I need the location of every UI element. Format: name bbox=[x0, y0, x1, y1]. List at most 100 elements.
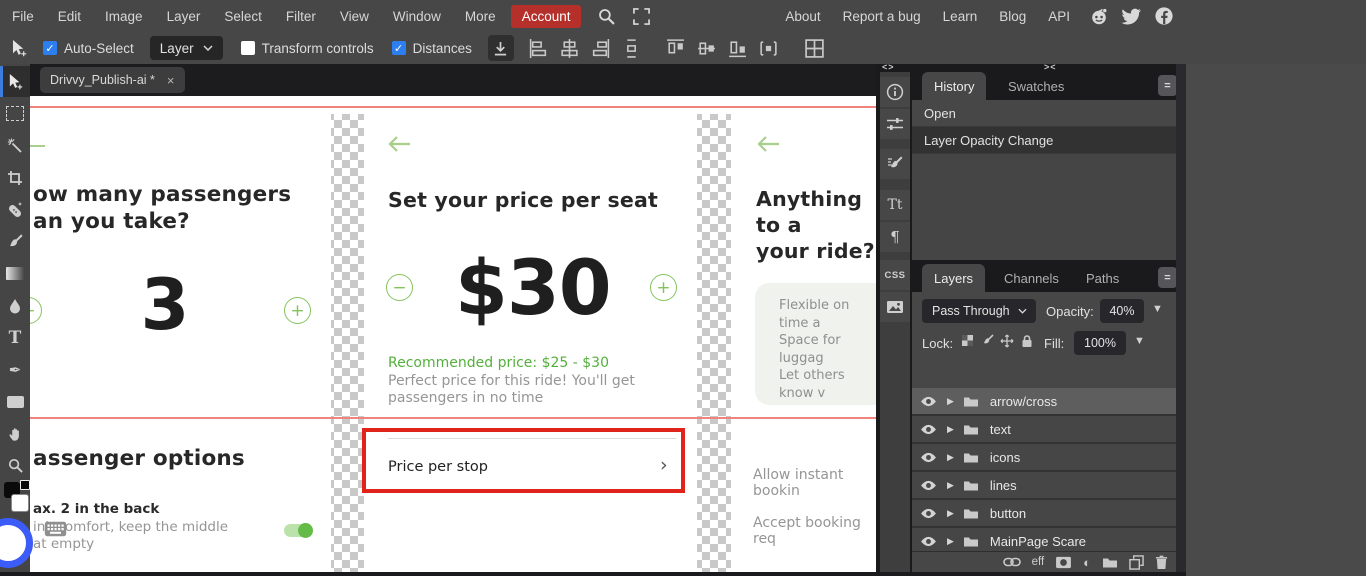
tab-paths[interactable]: Paths bbox=[1074, 264, 1131, 292]
tab-channels[interactable]: Channels bbox=[992, 264, 1071, 292]
layer-row-lines[interactable]: ▶ lines bbox=[912, 472, 1176, 500]
paragraph-panel-icon[interactable]: ¶ bbox=[880, 222, 910, 252]
fill-field[interactable]: 100% bbox=[1074, 331, 1126, 355]
auto-select-checkbox[interactable]: ✓ bbox=[43, 41, 57, 55]
menu-layer[interactable]: Layer bbox=[155, 9, 213, 24]
search-icon[interactable] bbox=[589, 8, 624, 25]
menu-about[interactable]: About bbox=[774, 9, 831, 24]
menu-select[interactable]: Select bbox=[212, 9, 274, 24]
adjustment-layer-icon[interactable]: ◐ bbox=[1083, 556, 1091, 569]
collapse-handle-left[interactable]: <> bbox=[882, 62, 895, 72]
eye-icon[interactable] bbox=[920, 452, 937, 463]
adjustments-sliders-icon[interactable] bbox=[880, 109, 910, 139]
blend-mode-select[interactable]: Pass Through bbox=[922, 299, 1036, 323]
marquee-select-tool[interactable] bbox=[0, 98, 30, 129]
magic-wand-tool[interactable] bbox=[0, 130, 30, 161]
layer-mask-icon[interactable] bbox=[1055, 556, 1072, 569]
new-layer-icon[interactable] bbox=[1129, 555, 1144, 570]
link-layers-icon[interactable] bbox=[1003, 557, 1021, 567]
document-tab[interactable]: Drivvy_Publish-ai * × bbox=[40, 67, 185, 93]
align-top-button[interactable] bbox=[663, 35, 689, 61]
eye-icon[interactable] bbox=[920, 424, 937, 435]
delete-layer-trash-icon[interactable] bbox=[1155, 555, 1168, 570]
move-tool[interactable] bbox=[0, 66, 30, 97]
expand-arrow-icon[interactable]: ▶ bbox=[947, 480, 954, 491]
zoom-tool[interactable] bbox=[0, 450, 30, 481]
expand-arrow-icon[interactable]: ▶ bbox=[947, 424, 954, 435]
tab-layers[interactable]: Layers bbox=[922, 264, 985, 292]
distances-checkbox[interactable]: ✓ bbox=[392, 41, 406, 55]
menu-filter[interactable]: Filter bbox=[274, 9, 328, 24]
tab-swatches[interactable]: Swatches bbox=[996, 72, 1076, 100]
swap-colors-icon[interactable] bbox=[20, 480, 30, 490]
history-entry-selected[interactable]: Layer Opacity Change bbox=[912, 127, 1176, 154]
background-color[interactable] bbox=[11, 494, 29, 512]
blur-tool[interactable] bbox=[0, 290, 30, 321]
shape-tool[interactable] bbox=[0, 386, 30, 417]
menu-window[interactable]: Window bbox=[381, 9, 453, 24]
brush-settings-icon[interactable] bbox=[880, 149, 910, 179]
layer-effects-button[interactable]: eff bbox=[1032, 556, 1045, 568]
fullscreen-icon[interactable] bbox=[624, 8, 659, 25]
facebook-icon[interactable] bbox=[1154, 6, 1174, 26]
eye-icon[interactable] bbox=[920, 536, 937, 547]
menu-image[interactable]: Image bbox=[93, 9, 155, 24]
export-download-button[interactable] bbox=[488, 35, 514, 61]
layer-row-icons[interactable]: ▶ icons bbox=[912, 444, 1176, 472]
expand-arrow-icon[interactable]: ▶ bbox=[947, 508, 954, 519]
eye-icon[interactable] bbox=[920, 480, 937, 491]
align-middle-button[interactable] bbox=[694, 35, 720, 61]
character-panel-icon[interactable]: Tt bbox=[880, 190, 910, 220]
expand-arrow-icon[interactable]: ▶ bbox=[947, 452, 954, 463]
menu-edit[interactable]: Edit bbox=[46, 9, 93, 24]
expand-arrow-icon[interactable]: ▶ bbox=[947, 536, 954, 547]
menu-api[interactable]: API bbox=[1037, 9, 1081, 24]
align-right-button[interactable] bbox=[588, 35, 614, 61]
css-panel-icon[interactable]: CSS bbox=[880, 260, 910, 290]
menu-report-bug[interactable]: Report a bug bbox=[832, 9, 932, 24]
twitter-icon[interactable] bbox=[1121, 8, 1142, 25]
layer-row-arrow-cross[interactable]: ▶ arrow/cross bbox=[912, 388, 1176, 416]
history-entry-open[interactable]: Open bbox=[912, 100, 1176, 127]
layer-row-text[interactable]: ▶ text bbox=[912, 416, 1176, 444]
lock-pixels-icon[interactable] bbox=[978, 334, 996, 347]
panel-scrollbar-gutter[interactable] bbox=[1176, 64, 1186, 576]
hand-tool[interactable] bbox=[0, 418, 30, 449]
keyboard-icon[interactable] bbox=[44, 521, 67, 537]
menu-more[interactable]: More bbox=[453, 9, 508, 24]
color-swatches[interactable] bbox=[0, 480, 30, 520]
layer-mode-select[interactable]: Layer bbox=[150, 36, 223, 60]
menu-file[interactable]: File bbox=[0, 9, 46, 24]
distribute-vertical-button[interactable] bbox=[619, 35, 645, 61]
opacity-field[interactable]: 40% bbox=[1100, 299, 1144, 323]
distribute-horizontal-button[interactable] bbox=[756, 35, 782, 61]
layers-panel-menu-button[interactable]: = bbox=[1158, 267, 1177, 288]
menu-learn[interactable]: Learn bbox=[932, 9, 989, 24]
gradient-tool[interactable] bbox=[0, 258, 30, 289]
healing-brush-tool[interactable] bbox=[0, 194, 30, 225]
image-panel-icon[interactable] bbox=[880, 292, 910, 322]
grid-collage-button[interactable] bbox=[802, 35, 828, 61]
account-button[interactable]: Account bbox=[511, 5, 582, 28]
opacity-dropdown-arrow[interactable]: ▼ bbox=[1152, 303, 1163, 315]
new-group-folder-icon[interactable] bbox=[1102, 556, 1118, 568]
document-canvas[interactable]: ow many passengers an you take? 3 − + as… bbox=[30, 96, 876, 576]
close-icon[interactable]: × bbox=[167, 73, 175, 88]
type-tool[interactable]: T bbox=[0, 322, 30, 353]
history-panel-menu-button[interactable]: = bbox=[1158, 75, 1177, 96]
crop-tool[interactable] bbox=[0, 162, 30, 193]
eye-icon[interactable] bbox=[920, 396, 937, 407]
layer-row-button[interactable]: ▶ button bbox=[912, 500, 1176, 528]
menu-view[interactable]: View bbox=[328, 9, 381, 24]
expand-arrow-icon[interactable]: ▶ bbox=[947, 396, 954, 407]
lock-all-icon[interactable] bbox=[1018, 334, 1036, 348]
reddit-icon[interactable] bbox=[1089, 6, 1109, 26]
brush-tool[interactable] bbox=[0, 226, 30, 257]
align-center-horizontal-button[interactable] bbox=[557, 35, 583, 61]
transform-controls-checkbox[interactable] bbox=[241, 41, 255, 55]
pen-tool[interactable]: ✒ bbox=[0, 354, 30, 385]
eye-icon[interactable] bbox=[920, 508, 937, 519]
lock-transparency-icon[interactable] bbox=[958, 335, 976, 346]
align-left-button[interactable] bbox=[526, 35, 552, 61]
info-panel-icon[interactable] bbox=[880, 77, 910, 107]
